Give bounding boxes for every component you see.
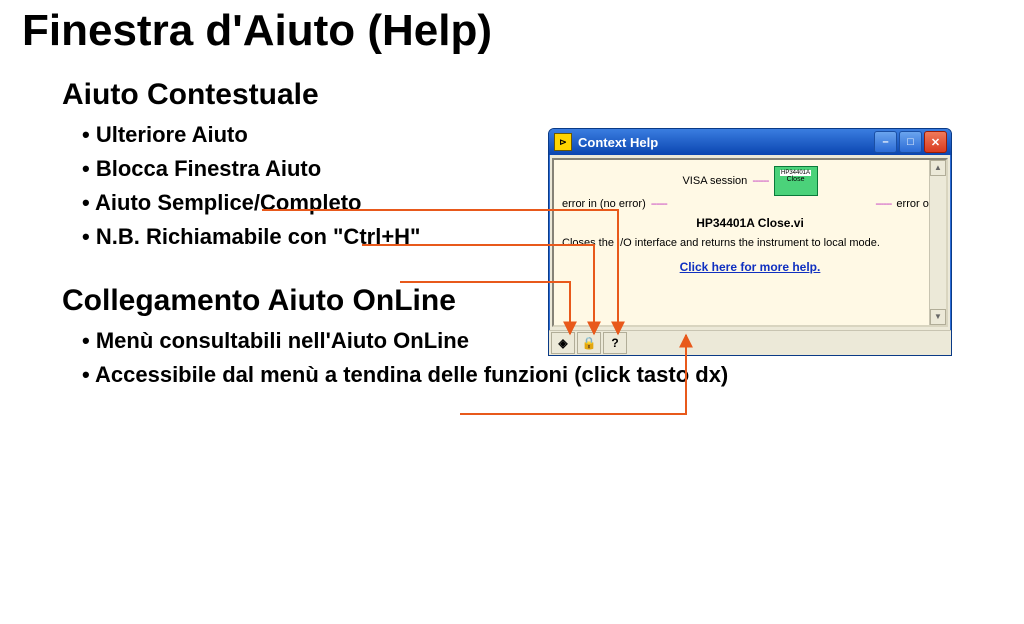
wire-dash: ------ (750, 175, 770, 187)
scrollbar[interactable]: ▲ ▼ (929, 160, 946, 325)
vi-icon: HP34401A Close (774, 166, 818, 196)
question-icon[interactable]: ? (603, 332, 627, 354)
window-title: Context Help (578, 135, 874, 150)
visa-session-label: VISA session (682, 175, 747, 187)
minimize-button[interactable]: – (874, 131, 897, 153)
vi-name: HP34401A Close.vi (562, 216, 938, 230)
maximize-button[interactable]: □ (899, 131, 922, 153)
window-titlebar[interactable]: ⊳ Context Help – □ ✕ (549, 129, 951, 155)
app-icon: ⊳ (554, 133, 572, 151)
wire-dash: ------ (875, 198, 893, 210)
vi-description: Closes the I/O interface and returns the… (562, 236, 938, 250)
section1-heading: Aiuto Contestuale (62, 78, 1002, 112)
context-help-toolbar: ◈ 🔒 ? (549, 330, 951, 355)
error-in-label: error in (no error) (562, 198, 646, 210)
close-button[interactable]: ✕ (924, 131, 947, 153)
wire-dash: ------ (649, 198, 667, 210)
scroll-up-button[interactable]: ▲ (930, 160, 946, 176)
context-help-window: ⊳ Context Help – □ ✕ VISA session ------… (548, 128, 952, 356)
list-item: Accessibile dal menù a tendina delle fun… (82, 358, 1002, 392)
scroll-down-button[interactable]: ▼ (930, 309, 946, 325)
more-help-link[interactable]: Click here for more help. (562, 260, 938, 274)
context-help-body: VISA session ------ HP34401A Close error… (552, 158, 948, 327)
page-title: Finestra d'Aiuto (Help) (22, 6, 1002, 56)
simple-complete-icon[interactable]: ◈ (551, 332, 575, 354)
lock-icon[interactable]: 🔒 (577, 332, 601, 354)
